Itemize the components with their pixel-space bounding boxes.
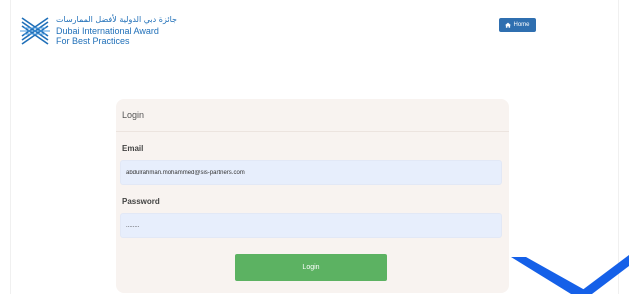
- home-button[interactable]: Home: [499, 18, 536, 32]
- award-logo[interactable]: جائزة دبي الدولية لأفضل الممارسات Dubai …: [20, 14, 177, 46]
- logo-text: جائزة دبي الدولية لأفضل الممارسات Dubai …: [56, 14, 177, 46]
- logo-name-line-2: For Best Practices: [56, 36, 130, 46]
- logo-name-line-1: Dubai International Award: [56, 26, 159, 36]
- email-label: Email: [122, 144, 144, 153]
- login-card-title: Login: [116, 99, 509, 132]
- home-button-label: Home: [513, 22, 530, 28]
- award-logo-icon: [20, 17, 50, 45]
- email-field[interactable]: [120, 160, 502, 185]
- login-button[interactable]: Login: [235, 254, 387, 281]
- password-label: Password: [122, 197, 160, 206]
- password-field[interactable]: [120, 213, 502, 238]
- login-card: Login Email Password Login: [116, 99, 509, 293]
- logo-arabic-name: جائزة دبي الدولية لأفضل الممارسات: [56, 15, 177, 24]
- home-icon: [505, 22, 512, 28]
